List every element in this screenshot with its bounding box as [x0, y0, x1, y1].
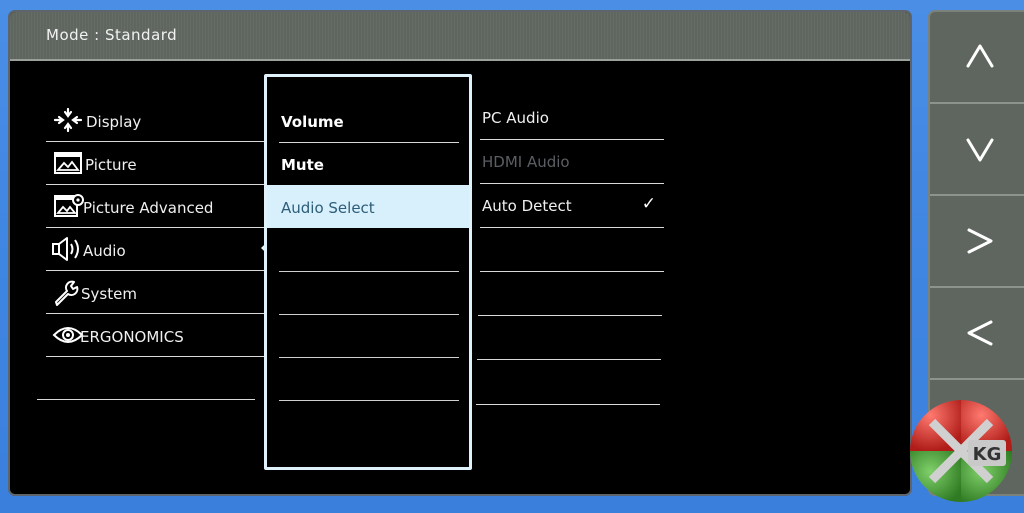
menu-item-label: Picture Advanced	[83, 199, 214, 217]
mode-label: Mode : Standard	[46, 26, 178, 44]
option-empty	[480, 228, 664, 272]
option-pc-audio[interactable]: PC Audio	[480, 96, 664, 140]
option-auto-detect[interactable]: Auto Detect ✓	[480, 184, 664, 228]
display-icon	[53, 107, 83, 133]
left-button[interactable]	[930, 288, 1024, 380]
menu-item-ergonomics[interactable]: ERGONOMICS	[46, 313, 266, 357]
submenu-item-empty	[279, 357, 459, 401]
option-label: HDMI Audio	[482, 153, 570, 171]
menu-item-audio[interactable]: Audio	[46, 227, 266, 271]
option-empty	[476, 361, 660, 405]
menu-item-empty	[37, 356, 255, 400]
chevron-right-icon	[967, 228, 993, 254]
option-empty	[477, 316, 661, 360]
menu-item-label: ERGONOMICS	[80, 328, 184, 346]
chevron-down-icon	[966, 138, 994, 162]
submenu-item-mute[interactable]: Mute	[279, 142, 459, 186]
menu-item-picture[interactable]: Picture	[46, 141, 266, 185]
osd-header: Mode : Standard	[10, 12, 910, 61]
audio-submenu-panel: Volume Mute Audio Select	[264, 74, 472, 470]
speaker-icon	[52, 237, 79, 261]
osd-menu-window: Mode : Standard Display Picture Picture …	[8, 10, 912, 496]
watermark-text: KG	[973, 444, 1002, 465]
menu-item-label: Picture	[85, 156, 137, 174]
submenu-item-label: Volume	[281, 113, 344, 131]
menu-item-label: Audio	[83, 242, 126, 260]
submenu-item-empty	[279, 228, 459, 272]
option-hdmi-audio: HDMI Audio	[480, 140, 664, 184]
menu-item-display[interactable]: Display	[46, 98, 266, 142]
wrench-icon	[55, 280, 79, 306]
picture-advanced-icon	[54, 194, 84, 217]
right-button[interactable]	[930, 196, 1024, 288]
picture-icon	[54, 152, 82, 174]
chevron-left-icon	[967, 320, 993, 346]
kg-watermark-logo: KG	[910, 400, 1012, 502]
submenu-item-label: Audio Select	[281, 199, 375, 217]
menu-item-picture-advanced[interactable]: Picture Advanced	[46, 184, 266, 228]
submenu-item-empty	[279, 271, 459, 315]
submenu-item-label: Mute	[281, 156, 324, 174]
submenu-item-audio-select[interactable]: Audio Select	[267, 185, 469, 228]
chevron-up-icon	[966, 44, 994, 68]
submenu-item-empty	[279, 314, 459, 358]
checkmark-icon: ✓	[641, 194, 656, 214]
option-label: Auto Detect	[482, 197, 572, 215]
menu-item-system[interactable]: System	[46, 270, 266, 314]
option-empty	[478, 272, 662, 316]
menu-item-label: Display	[86, 113, 142, 131]
option-label: PC Audio	[482, 109, 549, 127]
submenu-item-volume[interactable]: Volume	[279, 99, 459, 143]
down-button[interactable]	[930, 104, 1024, 196]
menu-item-label: System	[81, 285, 137, 303]
up-button[interactable]	[930, 12, 1024, 104]
